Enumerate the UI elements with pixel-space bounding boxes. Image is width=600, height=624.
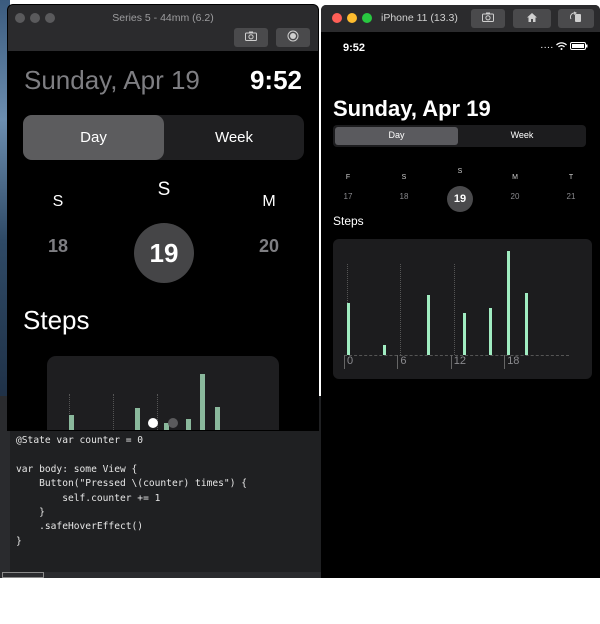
code-line[interactable]: Button("Pressed \(counter) times") { — [16, 477, 247, 491]
iphone-day-number[interactable]: 20 — [506, 192, 524, 201]
iphone-day-letter: S — [457, 168, 463, 175]
iphone-day-letter: M — [512, 174, 518, 181]
iphone-segmented-control[interactable]: Day Week — [333, 125, 586, 147]
watch-time-label: 9:52 — [249, 65, 302, 95]
code-line[interactable]: @State var counter = 0 — [16, 434, 247, 448]
chart-bar — [347, 303, 350, 355]
watch-date-label: Sunday, Apr 19 — [24, 65, 200, 95]
camera-icon — [482, 12, 494, 25]
watch-titlebar[interactable]: Series 5 - 44mm (6.2) — [8, 5, 318, 51]
code-line[interactable]: self.counter += 1 — [16, 492, 247, 506]
chart-tick — [504, 355, 506, 369]
watch-selected-day-number: 19 — [149, 238, 179, 268]
chart-bar — [507, 251, 511, 355]
iphone-simulator-window[interactable]: iPhone 11 (13.3) 9:52 ···· Sunday, Apr 1… — [321, 5, 600, 578]
editor-tab[interactable] — [2, 572, 44, 578]
iphone-segment-week[interactable]: Week — [460, 130, 584, 140]
digital-crown-button[interactable] — [276, 28, 310, 47]
watch-steps-chart — [47, 356, 279, 430]
desktop: @State var counter = 0 var body: some Vi… — [0, 0, 600, 624]
code-lines[interactable]: @State var counter = 0 var body: some Vi… — [16, 434, 247, 549]
chart-bar — [382, 344, 386, 355]
watch-day-letter: S — [52, 193, 64, 210]
watch-segment-week[interactable]: Week — [164, 129, 304, 146]
editor-bottom-bar — [0, 572, 322, 578]
page-dot-active[interactable] — [148, 418, 158, 428]
watch-day-number[interactable]: 20 — [253, 236, 285, 257]
chart-bar — [462, 313, 466, 355]
wifi-icon — [556, 42, 570, 53]
watch-selected-day[interactable]: 19 — [134, 223, 194, 283]
chart-gridline — [453, 264, 455, 355]
chart-gridline — [112, 394, 114, 430]
code-line[interactable]: } — [16, 506, 247, 520]
chart-bar — [215, 406, 220, 430]
watch-segmented-control[interactable]: Day Week — [23, 115, 304, 160]
code-line[interactable]: var body: some View { — [16, 463, 247, 477]
watch-window-title: Series 5 - 44mm (6.2) — [112, 12, 214, 24]
watch-segment-day[interactable]: Day — [23, 129, 164, 146]
rotate-icon — [569, 11, 582, 26]
home-button[interactable] — [513, 9, 551, 28]
camera-icon — [245, 31, 257, 44]
chart-tick — [344, 355, 345, 369]
home-icon — [526, 12, 538, 26]
signal-icon: ···· — [540, 42, 554, 53]
watch-simulator-window[interactable]: Series 5 - 44mm (6.2) Sunday, Apr 19 9:5… — [8, 5, 318, 430]
chart-bar — [185, 419, 191, 430]
code-line[interactable]: } — [16, 535, 247, 549]
chart-bar — [69, 415, 74, 430]
iphone-day-letter: F — [345, 174, 351, 181]
watch-day-number[interactable]: 18 — [42, 236, 74, 257]
close-button[interactable] — [332, 13, 342, 23]
chart-tick-label: 18 — [507, 355, 520, 367]
chart-gridline — [400, 264, 402, 355]
watch-steps-title: Steps — [23, 305, 90, 335]
chart-bar — [134, 408, 140, 430]
iphone-segment-day[interactable]: Day — [335, 130, 458, 140]
iphone-day-number[interactable]: 21 — [562, 192, 580, 201]
iphone-date-label: Sunday, Apr 19 — [333, 96, 491, 121]
chart-tick — [397, 355, 399, 369]
iphone-steps-chart: 0 6 12 18 — [333, 239, 592, 379]
chart-tick-label: 0 — [347, 355, 354, 367]
chart-bar — [525, 292, 528, 355]
battery-icon — [570, 42, 588, 53]
zoom-button[interactable] — [362, 13, 372, 23]
iphone-window-title: iPhone 11 (13.3) — [381, 12, 458, 24]
chart-tick — [450, 355, 452, 369]
iphone-selected-day-number: 19 — [453, 193, 467, 205]
screenshot-button[interactable] — [234, 28, 268, 47]
rotate-button[interactable] — [558, 9, 594, 28]
iphone-day-number[interactable]: 17 — [339, 192, 357, 201]
chart-bar — [489, 308, 493, 355]
code-line[interactable] — [16, 448, 247, 462]
minimize-button[interactable] — [347, 13, 357, 23]
iphone-day-number[interactable]: 18 — [395, 192, 413, 201]
iphone-steps-title: Steps — [333, 214, 364, 228]
page-dot[interactable] — [168, 418, 178, 428]
chart-bar — [200, 374, 206, 430]
iphone-selected-day[interactable]: 19 — [447, 186, 473, 212]
iphone-day-letter: T — [568, 174, 574, 181]
chart-tick-label: 12 — [453, 355, 467, 367]
iphone-titlebar[interactable]: iPhone 11 (13.3) — [321, 5, 600, 32]
chart-tick-label: 6 — [400, 355, 407, 367]
status-bar-icons: ···· — [540, 42, 588, 53]
watch-day-letter: M — [262, 193, 276, 210]
code-line[interactable]: .safeHoverEffect() — [16, 520, 247, 534]
watch-day-letter: S — [157, 179, 171, 200]
screenshot-button[interactable] — [471, 9, 505, 28]
status-bar-time: 9:52 — [343, 42, 366, 54]
iphone-day-letter: S — [401, 174, 407, 181]
chart-bar — [427, 294, 431, 355]
record-icon — [287, 30, 299, 45]
